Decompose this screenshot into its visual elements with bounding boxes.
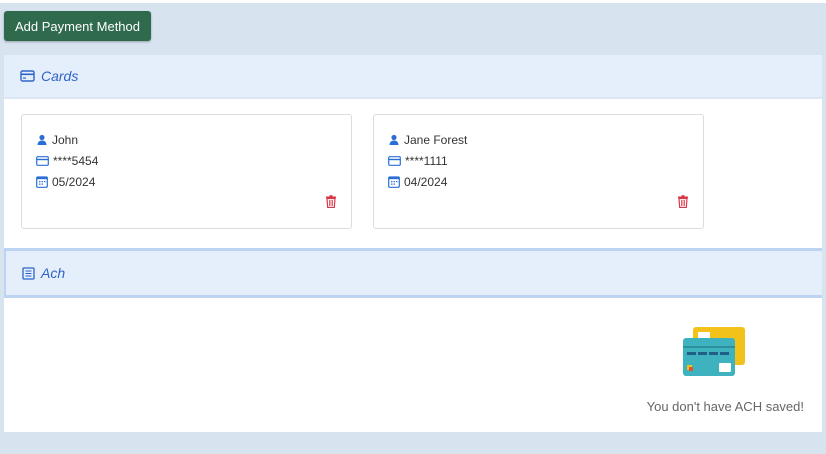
calendar-icon — [388, 175, 400, 188]
delete-trash-icon[interactable] — [325, 195, 337, 208]
cards-section-header: Cards — [4, 55, 822, 99]
user-icon — [389, 134, 399, 145]
ach-section-header: Ach — [4, 248, 822, 298]
cards-title: Cards — [41, 68, 79, 84]
card-holder-name: John — [52, 132, 79, 147]
delete-trash-icon[interactable] — [677, 195, 689, 208]
card-number: ****1111 — [405, 153, 448, 168]
credit-card-icon — [36, 155, 49, 166]
credit-card-icon — [20, 70, 35, 82]
payment-methods-panel: Cards John ****5454 05/2024 Jane Forest … — [4, 55, 822, 432]
add-payment-method-button[interactable]: Add Payment Method — [4, 11, 151, 41]
card-expiry: 05/2024 — [52, 174, 96, 189]
document-icon — [22, 266, 35, 280]
credit-card-icon — [388, 155, 401, 166]
ach-title: Ach — [41, 265, 66, 281]
calendar-icon — [36, 175, 48, 188]
top-strip — [0, 0, 826, 3]
credit-cards-illustration-icon — [683, 327, 745, 376]
card-item: Jane Forest ****1111 04/2024 — [373, 114, 704, 229]
empty-ach-message: You don't have ACH saved! — [646, 399, 804, 414]
card-expiry: 04/2024 — [404, 174, 448, 189]
card-item: John ****5454 05/2024 — [21, 114, 352, 229]
card-holder-name: Jane Forest — [404, 132, 468, 147]
card-number: ****5454 — [53, 153, 99, 168]
user-icon — [37, 134, 47, 145]
